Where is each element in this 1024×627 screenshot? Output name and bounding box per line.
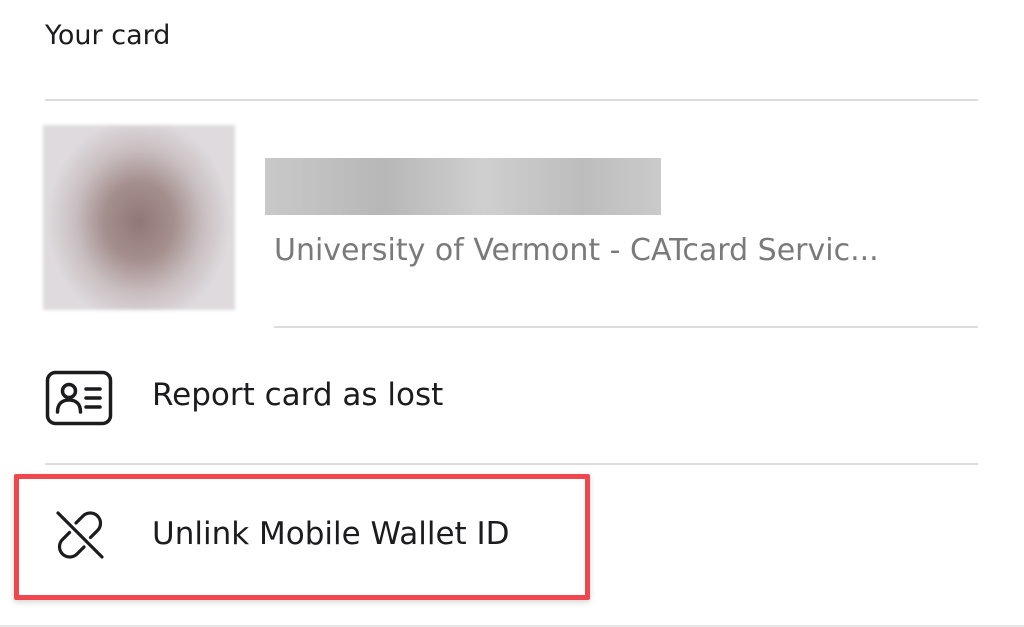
unlink-mobile-wallet-label: Unlink Mobile Wallet ID [152, 516, 510, 552]
unlink-icon [52, 507, 108, 563]
card-institution: University of Vermont - CATcard Servic..… [274, 233, 879, 268]
divider [274, 326, 978, 328]
report-card-lost-label: Report card as lost [152, 377, 444, 413]
divider [45, 463, 978, 465]
report-card-lost-item[interactable]: Report card as lost [0, 343, 1024, 453]
divider [45, 99, 978, 101]
card-photo-blurred [43, 125, 235, 310]
unlink-mobile-wallet-item[interactable]: Unlink Mobile Wallet ID [0, 480, 1024, 590]
card-summary[interactable]: University of Vermont - CATcard Servic..… [0, 110, 1024, 326]
id-card-icon [45, 370, 113, 426]
section-title: Your card [45, 20, 171, 51]
card-holder-name-redacted [265, 158, 661, 215]
